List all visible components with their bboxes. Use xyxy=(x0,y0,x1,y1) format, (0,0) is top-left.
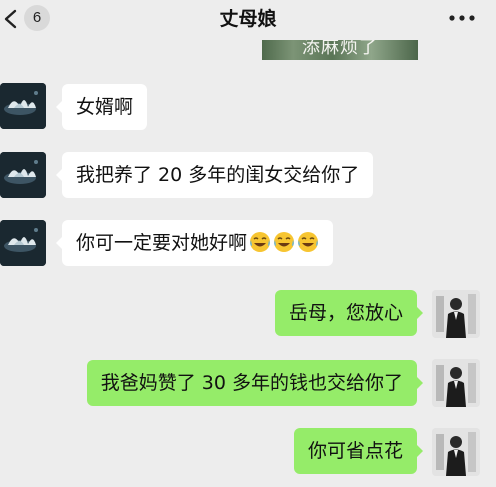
man-in-suit-avatar-image xyxy=(432,359,480,407)
avatar-mother-in-law[interactable] xyxy=(0,220,46,266)
chat-title: 丈母娘 xyxy=(219,8,277,30)
lotus-avatar-image xyxy=(0,220,46,266)
image-message-text: 添麻烦了 xyxy=(302,40,378,58)
message-bubble-received[interactable]: 女婿啊 xyxy=(55,84,148,130)
message-bubble-sent[interactable]: 你可省点花 xyxy=(293,428,424,474)
lotus-avatar-image xyxy=(0,152,46,198)
crying-laughing-emoji-icon xyxy=(274,232,295,252)
avatar-mother-in-law[interactable] xyxy=(0,152,46,198)
image-message-partial[interactable]: 添麻烦了 xyxy=(262,40,418,60)
avatar-self[interactable] xyxy=(432,359,480,407)
message-bubble-sent[interactable]: 岳母，您放心 xyxy=(274,290,424,336)
man-in-suit-avatar-image xyxy=(432,290,480,338)
avatar-mother-in-law[interactable] xyxy=(0,83,46,129)
message-text: 你可一定要对她好啊 xyxy=(76,232,248,254)
message-bubble-received[interactable]: 你可一定要对她好啊 xyxy=(55,220,334,266)
message-bubble-sent[interactable]: 我爸妈赞了 30 多年的钱也交给你了 xyxy=(86,360,424,406)
lotus-avatar-image xyxy=(0,83,46,129)
avatar-self[interactable] xyxy=(432,428,480,476)
crying-laughing-emoji-icon xyxy=(298,232,319,252)
man-in-suit-avatar-image xyxy=(432,428,480,476)
message-bubble-received[interactable]: 我把养了 20 多年的闺女交给你了 xyxy=(55,152,374,198)
avatar-self[interactable] xyxy=(432,290,480,338)
chat-header: 6 丈母娘 xyxy=(0,0,496,40)
crying-laughing-emoji-icon xyxy=(250,232,271,252)
more-dots-icon[interactable] xyxy=(448,14,476,22)
